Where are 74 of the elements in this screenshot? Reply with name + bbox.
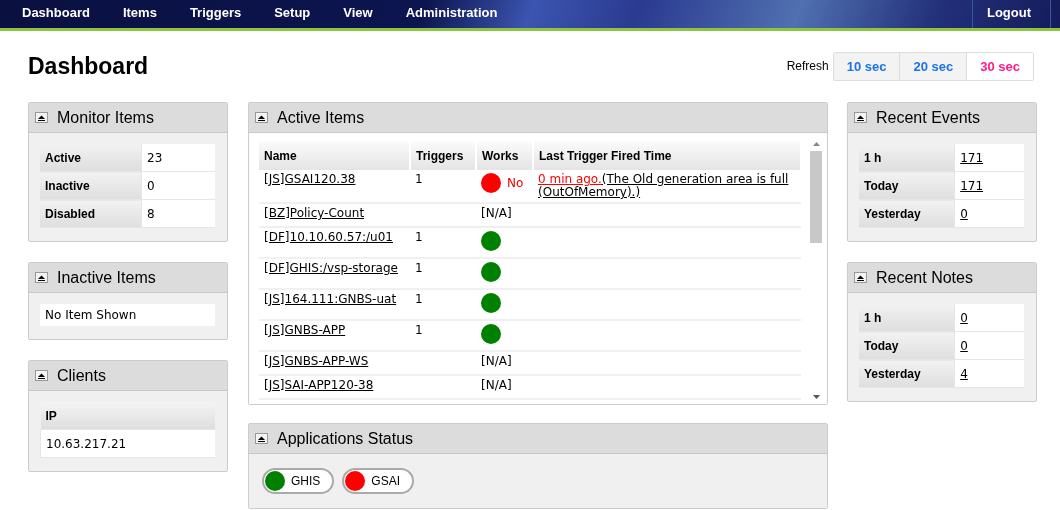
status-text: No — [507, 176, 524, 190]
panel-title: Applications Status — [277, 429, 414, 448]
item-link[interactable]: [JS]GNBS-APP — [264, 323, 346, 337]
page-title: Dashboard — [28, 52, 149, 80]
nav-link[interactable]: Setup — [263, 0, 322, 28]
app-name: GHIS — [291, 474, 321, 488]
collapse-icon[interactable] — [854, 272, 867, 283]
panel-title: Recent Events — [876, 108, 981, 127]
scroll-down-icon[interactable] — [811, 394, 821, 400]
trigger-count: 1 — [415, 323, 423, 337]
count-link[interactable]: 0 — [960, 206, 968, 221]
scroll-up-icon[interactable] — [811, 141, 821, 147]
trigger-count: 1 — [415, 261, 423, 275]
count-link[interactable]: 171 — [960, 178, 984, 193]
collapse-icon[interactable] — [255, 112, 268, 123]
row-label: Active — [40, 144, 142, 172]
count-value: 0 — [141, 171, 215, 200]
row-label: Yesterday — [859, 359, 955, 388]
column-header: IP — [40, 402, 215, 430]
nav-link[interactable]: Dashboard — [11, 0, 101, 28]
row-label: 1 h — [859, 304, 955, 332]
refresh-option[interactable]: 20 sec — [900, 52, 968, 80]
status-text: [N/A] — [481, 378, 512, 392]
collapse-icon[interactable] — [35, 272, 48, 283]
refresh-option[interactable]: 10 sec — [833, 52, 901, 80]
empty-message: No Item Shown — [40, 304, 215, 326]
panel-title: Inactive Items — [57, 268, 156, 287]
time-link[interactable]: 0 min ago. — [538, 172, 602, 186]
status-text: [N/A] — [481, 206, 512, 220]
count-link[interactable]: 171 — [960, 150, 984, 165]
nav-link[interactable]: View — [332, 0, 384, 28]
trigger-count: 1 — [415, 292, 423, 306]
column-header: Triggers — [410, 141, 476, 170]
status-text: [N/A] — [481, 354, 512, 368]
row-label: Disabled — [40, 199, 142, 228]
item-link[interactable]: [BZ]Policy-Count — [264, 206, 365, 220]
collapse-icon[interactable] — [35, 112, 48, 123]
app-name: GSAI — [371, 474, 401, 488]
trigger-count: 1 — [415, 230, 423, 244]
row-label: Inactive — [40, 171, 142, 200]
panel-title: Active Items — [277, 108, 365, 127]
count-link[interactable]: 0 — [960, 310, 968, 325]
column-header: Last Trigger Fired Time — [533, 141, 801, 170]
column-header: Name — [259, 141, 410, 170]
count-value: 8 — [141, 199, 215, 228]
item-link[interactable]: [DF]10.10.60.57:/u01 — [264, 230, 393, 244]
refresh-label: Refresh — [786, 59, 829, 73]
item-link[interactable]: [JS]GNBS-APP-WS — [264, 354, 369, 368]
collapse-icon[interactable] — [255, 433, 268, 444]
column-header: Works — [476, 141, 533, 170]
collapse-icon[interactable] — [854, 112, 867, 123]
panel-title: Monitor Items — [57, 108, 154, 127]
nav-link[interactable]: Triggers — [178, 0, 253, 28]
count-value: 23 — [141, 144, 215, 172]
row-label: 1 h — [859, 144, 955, 172]
ip-cell: 10.63.217.21 — [40, 429, 215, 458]
item-link[interactable]: [JS]164.111:GNBS-uat — [264, 292, 397, 306]
nav-link[interactable]: Items — [111, 0, 168, 28]
count-link[interactable]: 4 — [960, 366, 968, 381]
nav-link[interactable]: Administration — [394, 0, 509, 28]
collapse-icon[interactable] — [35, 370, 48, 381]
row-label: Today — [859, 171, 955, 200]
panel-title: Clients — [57, 366, 106, 385]
item-link[interactable]: [DF]GHIS:/vsp-storage — [264, 261, 398, 275]
trigger-message: 0 min ago.(The Old generation area is full (OutOfMemory).) — [538, 172, 789, 199]
row-label: Today — [859, 331, 955, 360]
scroll-thumb[interactable] — [810, 151, 822, 243]
logout-link[interactable]: Logout — [971, 0, 1051, 28]
panel-title: Recent Notes — [876, 268, 973, 287]
count-link[interactable]: 0 — [960, 338, 968, 353]
item-link[interactable]: [JS]GSAI120.38 — [264, 172, 356, 186]
item-link[interactable]: [JS]SAI-APP120-38 — [264, 378, 374, 392]
row-label: Yesterday — [859, 199, 955, 228]
trigger-count: 1 — [415, 172, 423, 186]
